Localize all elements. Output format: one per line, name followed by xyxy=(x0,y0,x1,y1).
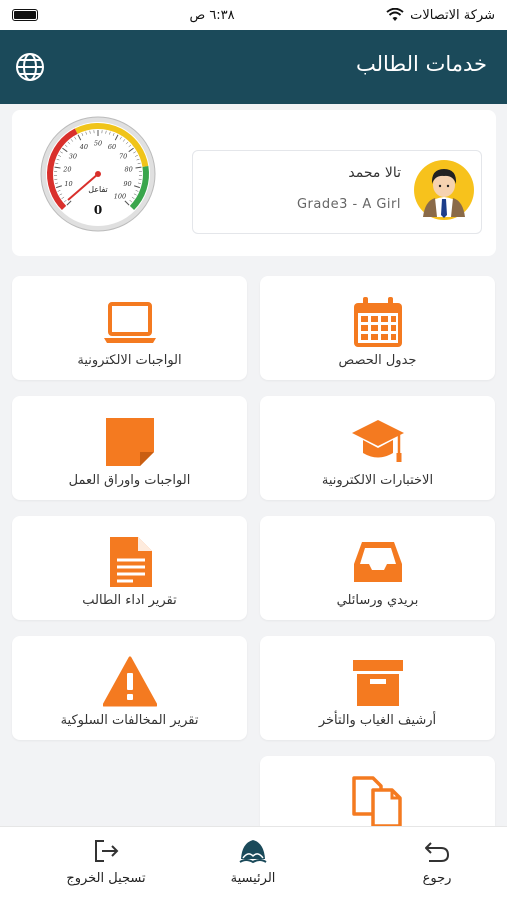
engagement-gauge: 10 20 3040 50 6070 80 90 100 تفاعل 0 xyxy=(40,116,156,232)
tile-absence-archive[interactable]: أرشيف الغياب والتأخر xyxy=(260,636,495,740)
student-grade: Grade3 - A Girl xyxy=(296,197,401,212)
globe-icon[interactable] xyxy=(14,51,46,83)
nav-logout-label: تسجيل الخروج xyxy=(66,871,146,886)
tile-schedule[interactable]: جدول الحصص xyxy=(260,276,495,380)
undo-arrow-icon xyxy=(425,842,450,862)
warning-icon xyxy=(102,656,157,707)
app-header: خدمات الطالب xyxy=(0,30,507,104)
student-info[interactable]: تالا محمد Grade3 - A Girl xyxy=(192,150,482,234)
gauge-tick-label: 60 xyxy=(108,143,116,151)
gauge-tick-label: 10 xyxy=(64,180,72,188)
note-icon xyxy=(105,418,154,466)
archive-box-icon xyxy=(352,660,403,706)
page-title: خدمات الطالب xyxy=(356,52,487,76)
tile-mailbox[interactable]: بريدي ورسائلي xyxy=(260,516,495,620)
home-icon xyxy=(239,840,267,864)
tile-label: جدول الحصص xyxy=(338,353,417,368)
document-icon xyxy=(109,537,152,587)
carrier-name: شركة الاتصالات xyxy=(410,7,495,23)
gauge-tick-label: 100 xyxy=(114,192,126,200)
battery-icon xyxy=(12,9,38,21)
nav-home-label: الرئيسية xyxy=(230,871,276,886)
gauge-tick-label: 70 xyxy=(119,152,127,160)
gauge-tick-label: 20 xyxy=(62,166,71,174)
status-bar: ٦:٣٨ ص شركة الاتصالات xyxy=(0,0,507,30)
tile-label: تقرير اداء الطالب xyxy=(82,593,177,608)
tile-label: الاختبارات الالكترونية xyxy=(321,473,434,488)
wifi-icon xyxy=(386,8,404,21)
tile-label: أرشيف الغياب والتأخر xyxy=(318,713,437,728)
logout-icon xyxy=(95,840,119,862)
gauge-value: 0 xyxy=(94,203,102,217)
gauge-label: تفاعل xyxy=(88,185,108,194)
nav-logout[interactable]: تسجيل الخروج xyxy=(46,837,166,886)
tile-worksheets[interactable]: الواجبات واوراق العمل xyxy=(12,396,247,500)
tile-behavior-report[interactable]: تقرير المخالفات السلوكية xyxy=(12,636,247,740)
tile-label: الواجبات واوراق العمل xyxy=(68,473,191,488)
graduation-cap-icon xyxy=(351,420,404,462)
student-name: تالا محمد xyxy=(348,165,401,181)
tile-label: الواجبات الالكترونية xyxy=(77,353,182,368)
tile-performance-report[interactable]: تقرير اداء الطالب xyxy=(12,516,247,620)
gauge-tick-label: 50 xyxy=(94,140,102,148)
nav-home[interactable]: الرئيسية xyxy=(193,837,313,886)
tile-label: تقرير المخالفات السلوكية xyxy=(60,713,199,728)
inbox-icon xyxy=(353,542,402,582)
tile-e-exams[interactable]: الاختبارات الالكترونية xyxy=(260,396,495,500)
gauge-tick-label: 40 xyxy=(79,143,88,151)
tile-copies[interactable] xyxy=(260,756,495,828)
tile-e-homework[interactable]: الواجبات الالكترونية xyxy=(12,276,247,380)
nav-back[interactable]: رجوع xyxy=(377,837,497,886)
laptop-icon xyxy=(103,302,156,343)
status-time: ٦:٣٨ ص xyxy=(189,7,235,23)
gauge-tick-label: 90 xyxy=(123,180,131,188)
bottom-nav: رجوع الرئيسية تسجيل الخروج xyxy=(0,826,507,900)
gauge-tick-label: 80 xyxy=(124,166,132,174)
calendar-icon xyxy=(353,297,402,347)
profile-card: 10 20 30 40 50 60 70 80 90 100 تفاعل 0 تالا محمد … xyxy=(12,110,496,256)
tile-label: بريدي ورسائلي xyxy=(336,593,419,608)
avatar xyxy=(414,160,474,220)
nav-back-label: رجوع xyxy=(422,871,452,886)
gauge-tick-label: 30 xyxy=(69,152,77,160)
copy-files-icon xyxy=(351,776,402,828)
